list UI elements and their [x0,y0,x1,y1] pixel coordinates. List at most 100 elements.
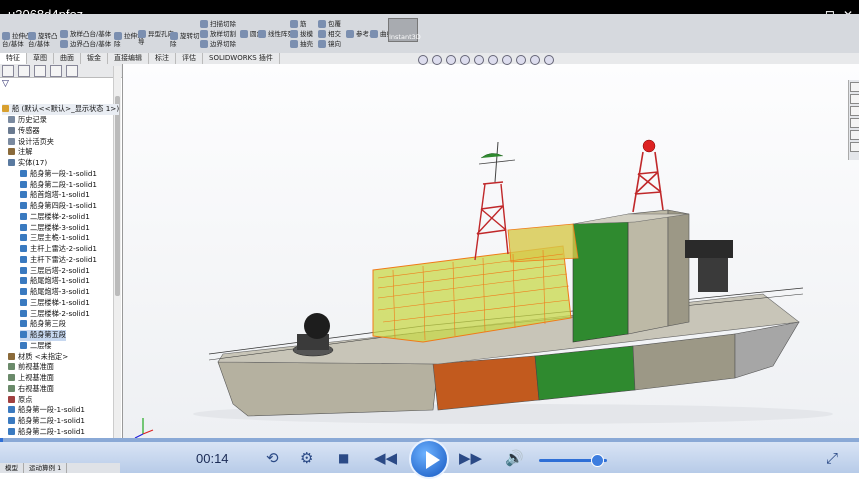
ribbon-button-17[interactable]: 镜向 [318,40,352,48]
task-pane [848,80,859,160]
tree-item[interactable]: 原点 [8,395,32,406]
graphics-viewport[interactable] [123,64,859,438]
tree-item[interactable]: 船身第三段 [20,319,66,330]
tree-item[interactable]: 主杆上雷达-2-solid1 [20,244,97,255]
play-icon [426,451,440,469]
tab-7[interactable]: SOLIDWORKS 插件 [203,53,280,64]
tree-item[interactable]: 船尾炮塔-3-solid1 [20,287,90,298]
tab-0[interactable]: 特征 [0,53,27,64]
tree-item[interactable]: 船身第二段-1-solid1 [8,427,85,438]
ribbon-button-12[interactable]: 筋 [290,20,320,28]
ribbon-button-13[interactable]: 拔模 [290,30,320,38]
tree-item[interactable]: 二层楼梯-2-solid1 [20,212,90,223]
tab-model[interactable]: 模型 [0,463,24,473]
appearances-icon[interactable] [850,130,859,140]
tree-item-label: 三层主桅-1-solid1 [30,233,90,243]
tab-1[interactable]: 草图 [27,53,54,64]
scrollbar-thumb[interactable] [115,96,120,296]
zoom-area-icon[interactable] [432,55,442,65]
tab-motion-study[interactable]: 运动算例 1 [24,463,68,473]
tree-item-label: 传感器 [18,125,40,135]
play-button[interactable] [409,439,449,479]
tree-item[interactable]: 二层楼梯-3-solid1 [20,223,90,234]
tree-item[interactable]: 船身第四段-1-solid1 [20,201,97,212]
tab-6[interactable]: 评估 [176,53,203,64]
tab-4[interactable]: 直接编辑 [108,53,149,64]
ribbon-button-1[interactable]: 旋转凸台/基体 [28,32,64,48]
tree-item[interactable]: 实体(17) [8,158,47,169]
tree-item-label: 船身第四段-1-solid1 [30,201,97,210]
tree-item-label: 船尾炮塔-1-solid1 [30,276,90,286]
ribbon-button-3[interactable]: 边界凸台/基体 [60,40,122,48]
tree-item-label: 船身第五段 [30,330,66,339]
filter-icon[interactable]: ▽ [2,79,9,89]
tree-item-label: 船尾炮塔-3-solid1 [30,287,90,296]
tree-item[interactable]: 材质 <未指定> [8,352,68,363]
design-library-icon[interactable] [850,94,859,104]
fullscreen-icon[interactable]: ⤢ [826,449,838,467]
tree-item[interactable]: 三层后塔-2-solid1 [20,266,90,277]
tab-3[interactable]: 钣金 [81,53,108,64]
configuration-tab-icon[interactable] [34,64,46,77]
custom-properties-icon[interactable] [850,142,859,152]
resources-icon[interactable] [850,82,859,92]
tree-item[interactable]: 主杆下雷达-2-solid1 [20,255,97,266]
solid-body-icon [20,331,27,338]
view-palette-icon[interactable] [850,118,859,128]
fast-forward-icon[interactable]: ▶▶ [459,449,482,467]
instant3d-button[interactable]: Instant3D [388,18,421,42]
tree-item[interactable]: 船尾炮塔-1-solid1 [20,276,90,287]
tree-item[interactable]: 上视基准面 [8,373,54,384]
display-style-icon[interactable] [488,55,498,65]
tree-item[interactable]: 三层楼梯-2-solid1 [20,309,90,320]
tree-item[interactable]: 船身第二段-1-solid1 [8,416,85,427]
tree-item[interactable]: 右视基准面 [8,384,54,395]
property-manager-tab-icon[interactable] [18,64,30,77]
tree-item[interactable]: 船身第二段-1-solid1 [20,180,97,191]
view-orientation-icon[interactable] [474,55,484,65]
ribbon-button-9[interactable]: 边界切除 [200,40,248,48]
stop-icon[interactable]: ■ [338,451,349,465]
volume-knob[interactable] [590,454,604,467]
tree-item[interactable]: 历史记录 [8,115,47,126]
tree-scrollbar[interactable] [113,66,121,456]
heads-up-view-toolbar [418,55,554,65]
loop-icon[interactable]: ⟲ [266,449,279,467]
ribbon-button-6[interactable]: 旋转切除 [170,32,202,48]
tree-item[interactable]: 设计活页夹 [8,137,54,148]
solid-body-icon [8,406,15,414]
previous-view-icon[interactable] [446,55,456,65]
ribbon-button-7[interactable]: 扫描切除 [200,20,248,28]
edit-appearance-icon[interactable] [516,55,526,65]
feature-icon [28,32,36,40]
settings-icon[interactable]: ⚙ [300,449,313,467]
scene-icon[interactable] [530,55,540,65]
feature-manager-tab-icon[interactable] [2,64,14,77]
file-explorer-icon[interactable] [850,106,859,116]
tab-2[interactable]: 曲面 [54,53,81,64]
tree-item[interactable]: 三层楼梯-1-solid1 [20,298,90,309]
tree-item[interactable]: 船身第五段 [20,330,66,341]
tree-item[interactable]: 传感器 [8,126,40,137]
ribbon-button-14[interactable]: 抽壳 [290,40,320,48]
tree-item[interactable]: 船身第一段-1-solid1 [8,405,85,416]
tree-root[interactable]: 船 (默认<<默认>_显示状态 1>) [2,104,120,115]
tree-item[interactable]: 三层主桅-1-solid1 [20,233,90,244]
tree-item[interactable]: 前视基准面 [8,362,54,373]
display-manager-tab-icon[interactable] [66,64,78,77]
hide-show-icon[interactable] [502,55,512,65]
ribbon-button-label: 筋 [300,20,307,28]
section-view-icon[interactable] [460,55,470,65]
view-settings-icon[interactable] [544,55,554,65]
zoom-to-fit-icon[interactable] [418,55,428,65]
tree-item[interactable]: 船身第一段-1-solid1 [20,169,97,180]
ribbon-button-2[interactable]: 放样凸台/基体 [60,30,122,38]
rewind-icon[interactable]: ◀◀ [374,449,397,467]
tab-5[interactable]: 标注 [149,53,176,64]
tree-item[interactable]: 注解 [8,147,32,158]
ribbon-button-15[interactable]: 包覆 [318,20,352,28]
tree-item[interactable]: 二层楼 [20,341,52,352]
volume-icon[interactable]: 🔊 [505,449,524,467]
tree-item[interactable]: 船首炮塔-1-solid1 [20,190,90,201]
dimxpert-tab-icon[interactable] [50,64,62,77]
